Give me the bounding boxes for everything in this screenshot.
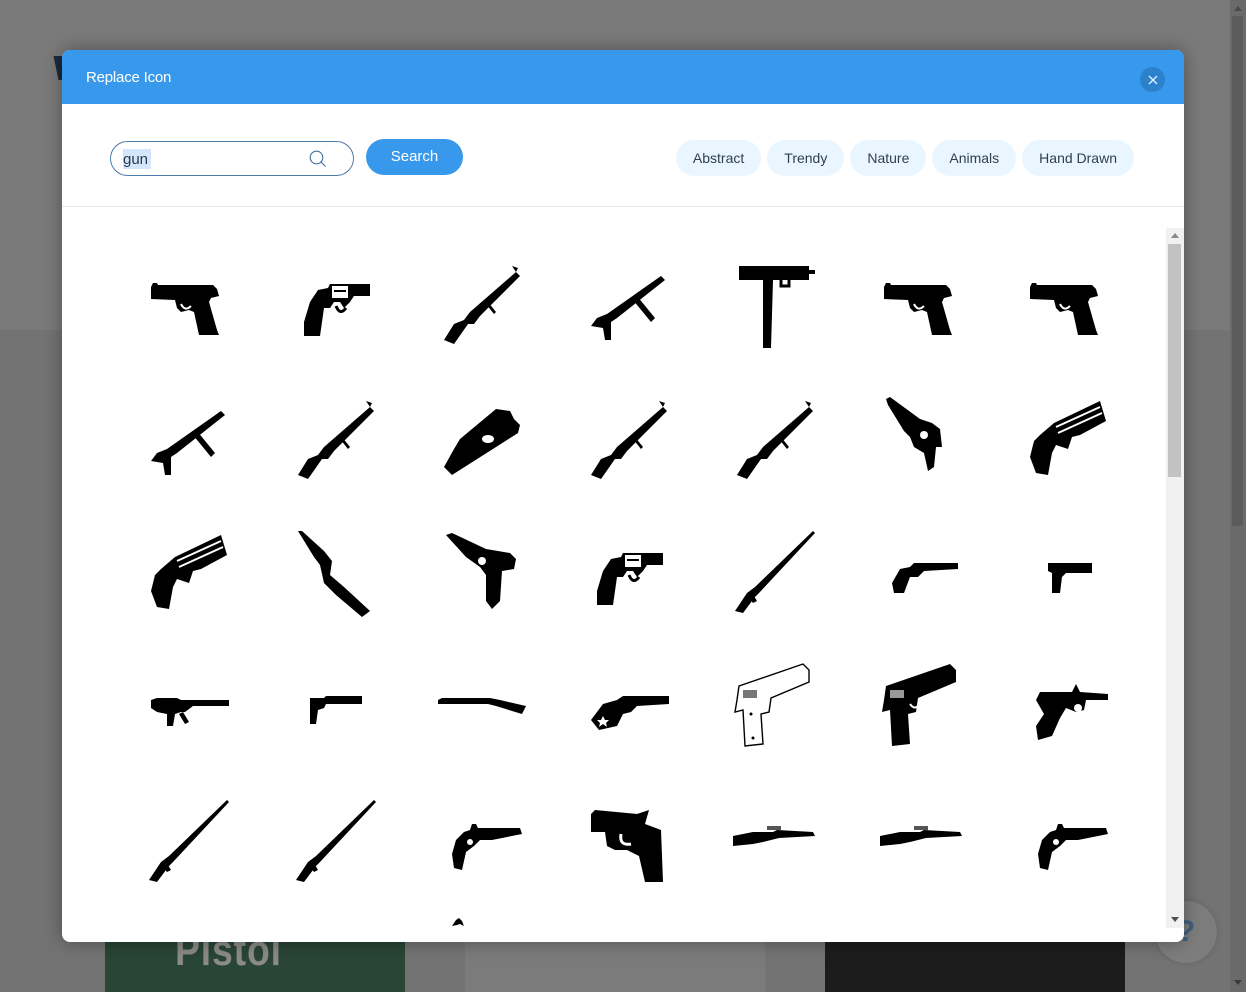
icon-result-derringer-engraved[interactable] bbox=[114, 504, 261, 639]
icon-result-battle-rifle[interactable] bbox=[261, 773, 408, 908]
icon-result-mp40-smg[interactable] bbox=[554, 235, 701, 370]
icon-result-colt-1911-outline[interactable] bbox=[700, 639, 847, 774]
cartoon-gun-icon bbox=[590, 810, 663, 883]
scoped-rifle-icon bbox=[879, 826, 962, 847]
luger-pistol-icon bbox=[446, 533, 517, 610]
ak-rifle-icon bbox=[444, 266, 521, 345]
page-scrollbar-thumb[interactable] bbox=[1232, 16, 1243, 526]
icon-result-lever-action-rifle[interactable] bbox=[700, 504, 847, 639]
tag-hand-drawn[interactable]: Hand Drawn bbox=[1022, 140, 1134, 176]
thompson-side-icon bbox=[151, 697, 230, 726]
icon-result-thompson-side[interactable] bbox=[114, 639, 261, 774]
replace-icon-dialog: Replace Icon Search Abstract Trendy Natu… bbox=[62, 50, 1184, 942]
icon-result-luger-side[interactable] bbox=[993, 639, 1140, 774]
icon-result-ar15-rifle[interactable] bbox=[114, 773, 261, 908]
partial-icon-glyph bbox=[452, 918, 464, 926]
search-button[interactable]: Search bbox=[366, 139, 463, 175]
icon-result-walther-pistol[interactable] bbox=[847, 235, 994, 370]
lever-action-rifle-icon bbox=[735, 531, 816, 614]
icon-result-p90-smg[interactable] bbox=[407, 370, 554, 505]
mp40-smg-icon bbox=[590, 276, 665, 341]
bolt-rifle-icon bbox=[733, 826, 816, 847]
icon-result-cartoon-gun[interactable] bbox=[554, 773, 701, 908]
derringer-icon bbox=[1030, 400, 1107, 475]
search-field[interactable] bbox=[110, 141, 354, 176]
icon-result-derringer[interactable] bbox=[993, 370, 1140, 505]
tag-animals[interactable]: Animals bbox=[932, 140, 1017, 176]
icon-result-mauser-pistol[interactable] bbox=[847, 370, 994, 505]
p90-smg-icon bbox=[444, 408, 521, 475]
icon-result-silenced-pistol[interactable] bbox=[261, 639, 408, 774]
icon-result-uzi-smg[interactable] bbox=[114, 370, 261, 505]
uzi-smg-icon bbox=[151, 410, 226, 475]
results-scrollbar[interactable] bbox=[1166, 228, 1184, 928]
battle-rifle-icon bbox=[295, 800, 376, 883]
tag-abstract[interactable]: Abstract bbox=[675, 140, 762, 176]
scroll-down-arrow-icon[interactable] bbox=[1171, 917, 1179, 922]
snub-revolver-icon bbox=[303, 284, 370, 337]
tag-trendy[interactable]: Trendy bbox=[767, 140, 845, 176]
m16-rifle-icon bbox=[590, 400, 667, 479]
broomhandle-carbine-icon bbox=[297, 531, 370, 618]
icon-result-luger-pistol[interactable] bbox=[407, 504, 554, 639]
scroll-up-arrow-icon[interactable] bbox=[1234, 6, 1242, 11]
icon-result-old-revolver[interactable] bbox=[847, 504, 994, 639]
tommy-gun-icon bbox=[737, 400, 814, 479]
old-revolver-icon bbox=[891, 563, 958, 594]
search-toolbar: Search Abstract Trendy Nature Animals Ha… bbox=[62, 104, 1184, 207]
icon-result-star-revolver[interactable] bbox=[554, 639, 701, 774]
walther-pistol-icon bbox=[883, 283, 952, 336]
icon-result-revolver-detailed[interactable] bbox=[554, 504, 701, 639]
mauser-pistol-icon bbox=[885, 396, 942, 471]
icon-result-mac10-smg[interactable] bbox=[700, 235, 847, 370]
small-pistol-icon bbox=[1048, 563, 1093, 594]
icon-result-colt-1911[interactable] bbox=[847, 639, 994, 774]
icon-result-scoped-rifle[interactable] bbox=[847, 773, 994, 908]
colt-1911-icon bbox=[881, 663, 956, 746]
scroll-up-arrow-icon[interactable] bbox=[1171, 233, 1179, 238]
results-scrollbar-thumb[interactable] bbox=[1168, 244, 1181, 477]
luger-side-icon bbox=[1036, 683, 1109, 740]
assault-rifle-icon bbox=[297, 400, 374, 479]
colt-1911-outline-icon bbox=[734, 662, 810, 747]
scroll-down-arrow-icon[interactable] bbox=[1234, 980, 1242, 985]
icon-result-snub-revolver[interactable] bbox=[261, 235, 408, 370]
flintlock-pistol-icon bbox=[452, 824, 523, 871]
icon-result-bolt-rifle[interactable] bbox=[700, 773, 847, 908]
page-scrollbar[interactable] bbox=[1230, 0, 1246, 992]
dialog-title: Replace Icon bbox=[86, 68, 172, 86]
icon-result-small-pistol[interactable] bbox=[993, 504, 1140, 639]
icon-result-dueling-pistol[interactable] bbox=[993, 773, 1140, 908]
glock-pistol-icon bbox=[1030, 283, 1099, 336]
icon-result-tommy-gun[interactable] bbox=[700, 370, 847, 505]
star-revolver-icon bbox=[590, 695, 669, 730]
semi-auto-pistol-icon bbox=[151, 283, 220, 336]
close-button[interactable] bbox=[1140, 67, 1165, 92]
search-icon[interactable] bbox=[309, 150, 327, 168]
icon-grid bbox=[114, 235, 1140, 908]
category-tags: Abstract Trendy Nature Animals Hand Draw… bbox=[675, 140, 1134, 176]
tag-nature[interactable]: Nature bbox=[850, 140, 927, 176]
revolver-detailed-icon bbox=[596, 553, 663, 606]
icon-result-glock-pistol[interactable] bbox=[993, 235, 1140, 370]
icon-result-ak-rifle[interactable] bbox=[407, 235, 554, 370]
icon-result-semi-auto-pistol[interactable] bbox=[114, 235, 261, 370]
silenced-pistol-icon bbox=[309, 695, 362, 724]
search-input[interactable] bbox=[123, 148, 303, 170]
icon-results bbox=[62, 207, 1166, 942]
icon-result-flintlock-pistol[interactable] bbox=[407, 773, 554, 908]
icon-result-broomhandle-carbine[interactable] bbox=[261, 504, 408, 639]
shotgun-icon bbox=[438, 697, 527, 714]
close-icon bbox=[1148, 75, 1157, 84]
ar15-rifle-icon bbox=[149, 800, 230, 883]
mac10-smg-icon bbox=[739, 266, 816, 349]
derringer-engraved-icon bbox=[151, 535, 228, 610]
icon-result-m16-rifle[interactable] bbox=[554, 370, 701, 505]
dueling-pistol-icon bbox=[1038, 824, 1109, 871]
icon-result-shotgun[interactable] bbox=[407, 639, 554, 774]
dialog-header: Replace Icon bbox=[62, 50, 1184, 104]
icon-result-assault-rifle[interactable] bbox=[261, 370, 408, 505]
